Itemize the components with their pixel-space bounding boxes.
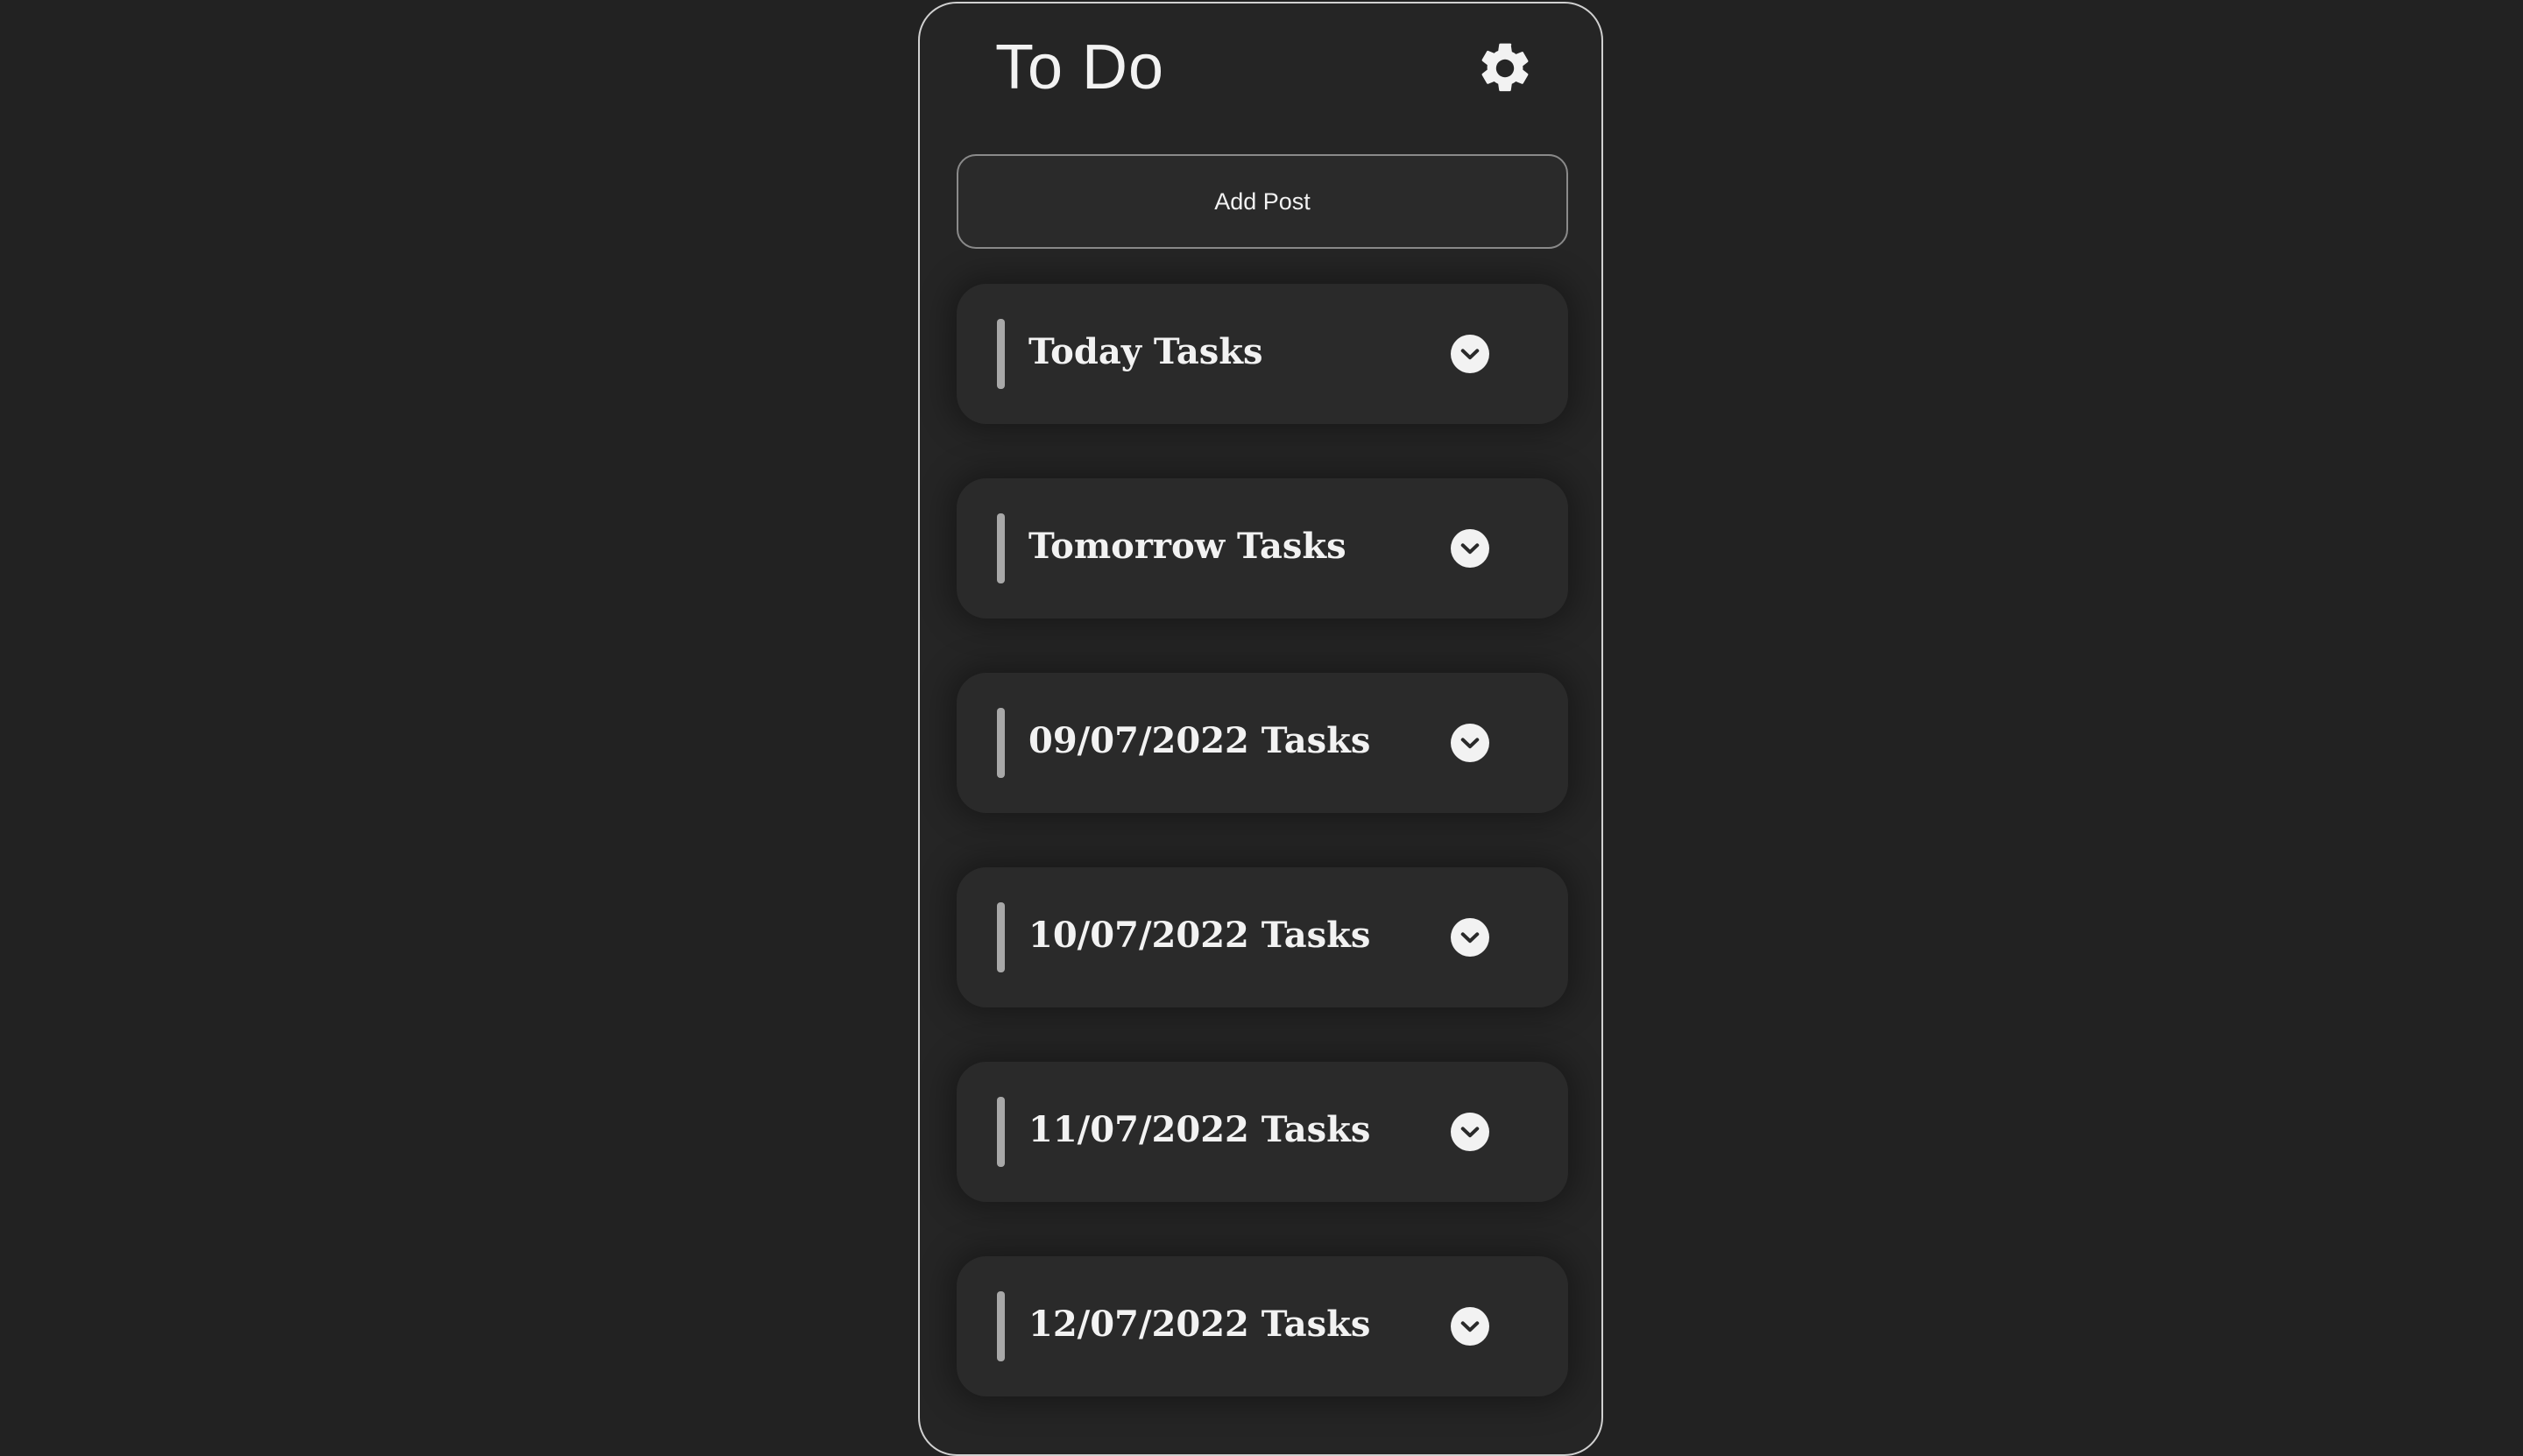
task-group[interactable]: Today Tasks <box>957 284 1568 424</box>
task-group-label: 12/07/2022 Tasks <box>1028 1304 1371 1345</box>
task-group-label: Today Tasks <box>1028 331 1263 372</box>
task-group[interactable]: 10/07/2022 Tasks <box>957 867 1568 1007</box>
task-group[interactable]: 11/07/2022 Tasks <box>957 1062 1568 1202</box>
chevron-down-icon[interactable] <box>1451 724 1489 762</box>
app-header: To Do <box>920 4 1601 135</box>
task-group-accent-bar <box>997 513 1005 583</box>
page-title: To Do <box>995 32 1165 102</box>
app-panel: To Do Add Post Today Tasks Tomorrow Tasks… <box>918 2 1603 1456</box>
chevron-down-icon[interactable] <box>1451 1307 1489 1346</box>
task-group-accent-bar <box>997 708 1005 778</box>
chevron-down-icon[interactable] <box>1451 529 1489 568</box>
task-group[interactable]: Tomorrow Tasks <box>957 478 1568 618</box>
task-group-label: 10/07/2022 Tasks <box>1028 915 1371 956</box>
task-group-accent-bar <box>997 1097 1005 1167</box>
task-group-accent-bar <box>997 319 1005 389</box>
task-group[interactable]: 12/07/2022 Tasks <box>957 1256 1568 1396</box>
chevron-down-icon[interactable] <box>1451 918 1489 957</box>
task-group-list: Today Tasks Tomorrow Tasks 09/07/2022 Task… <box>957 284 1568 1451</box>
task-group-label: 09/07/2022 Tasks <box>1028 720 1371 761</box>
task-group-accent-bar <box>997 902 1005 972</box>
task-group[interactable]: 09/07/2022 Tasks <box>957 673 1568 813</box>
chevron-down-icon[interactable] <box>1451 1113 1489 1151</box>
task-group-label: 11/07/2022 Tasks <box>1028 1109 1371 1150</box>
chevron-down-icon[interactable] <box>1451 335 1489 373</box>
task-group-accent-bar <box>997 1291 1005 1361</box>
gear-icon[interactable] <box>1475 39 1535 98</box>
task-group-label: Tomorrow Tasks <box>1028 526 1346 567</box>
add-post-button[interactable]: Add Post <box>957 154 1568 249</box>
